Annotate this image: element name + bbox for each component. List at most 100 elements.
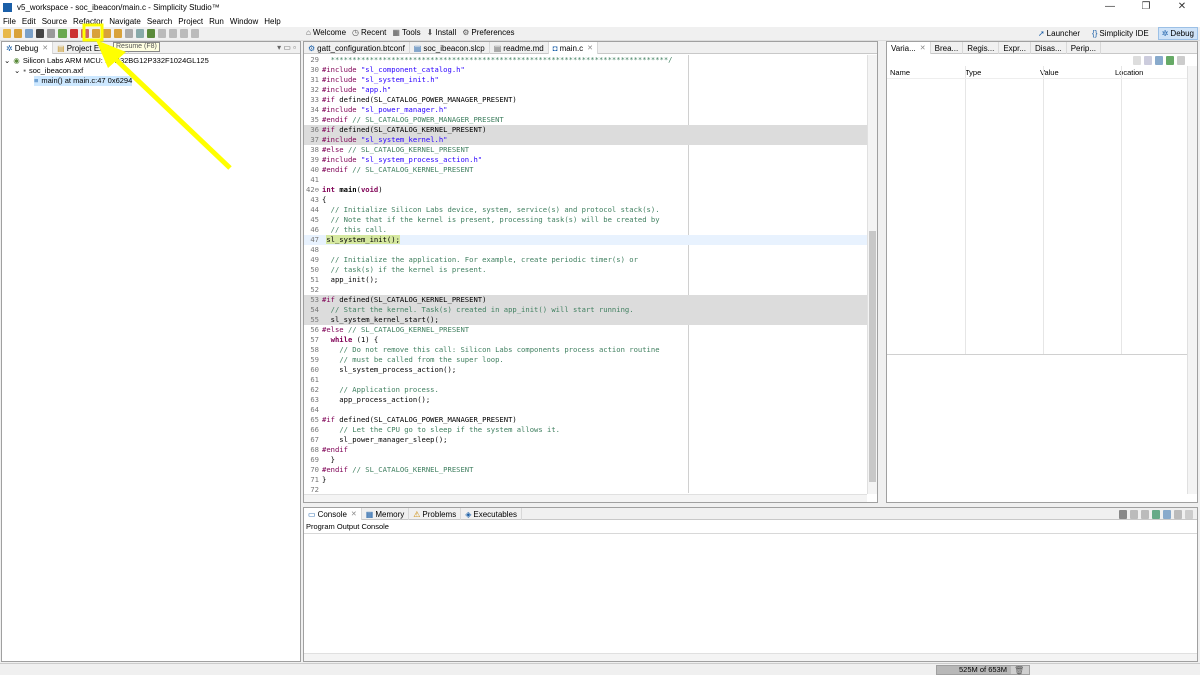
nav-back-icon[interactable] — [169, 29, 177, 38]
pin-console-icon[interactable] — [1152, 510, 1160, 519]
scroll-lock-icon[interactable] — [1130, 510, 1138, 519]
reset-icon[interactable] — [125, 29, 133, 38]
disconnect-icon[interactable] — [81, 29, 89, 38]
pin-icon[interactable] — [191, 29, 199, 38]
minimize-button[interactable]: — — [1092, 0, 1128, 15]
tab-executables[interactable]: ◈ Executables — [461, 508, 522, 520]
preferences-link[interactable]: ⚙ Preferences — [462, 28, 514, 37]
close-icon[interactable]: ✕ — [42, 43, 48, 54]
new-console-icon[interactable] — [1174, 510, 1182, 519]
menu-run[interactable]: Run — [209, 17, 224, 26]
code-line: 43{ — [310, 195, 327, 204]
open-icon[interactable] — [14, 29, 22, 38]
recent-link[interactable]: ◷ Recent — [352, 28, 386, 37]
step-into-icon[interactable] — [92, 29, 100, 38]
chevron-down-icon[interactable]: ⌄ — [14, 66, 20, 76]
view-menu-icon[interactable]: ▾ ▭ ▫ — [277, 43, 296, 52]
menu-refactor[interactable]: Refactor — [73, 17, 103, 26]
editor-horizontal-scrollbar[interactable] — [304, 494, 867, 502]
console-horizontal-scrollbar[interactable] — [304, 653, 1197, 661]
menu-project[interactable]: Project — [178, 17, 203, 26]
code-area[interactable]: 29 *************************************… — [304, 55, 867, 495]
scroll-thumb[interactable] — [869, 231, 876, 482]
word-wrap-icon[interactable] — [1141, 510, 1149, 519]
tab-readme[interactable]: ▤ readme.md — [490, 42, 549, 54]
tab-console[interactable]: ▭ Console ✕ — [304, 508, 362, 520]
tab-problems[interactable]: ⚠ Problems — [409, 508, 462, 520]
column-divider — [1121, 66, 1122, 354]
tab-registers[interactable]: Regis... — [963, 42, 1000, 54]
menu-window[interactable]: Window — [230, 17, 258, 26]
clear-console-icon[interactable] — [1119, 510, 1127, 519]
current-line: 47 sl_system_init(); — [304, 235, 867, 245]
column-type[interactable]: Type — [962, 68, 1037, 78]
step-over-icon[interactable] — [103, 29, 111, 38]
editor-vertical-scrollbar[interactable] — [867, 55, 877, 494]
tab-gatt-configuration[interactable]: ⚙ gatt_configuration.btconf — [304, 42, 410, 54]
debug-perspective[interactable]: ✲ Debug — [1157, 27, 1198, 40]
menu-file[interactable]: File — [3, 17, 16, 26]
install-link[interactable]: ⬇ Install — [427, 28, 457, 37]
select-columns-icon[interactable] — [1155, 56, 1163, 65]
tree-item-axf[interactable]: ⌄ ▪ soc_ibeacon.axf — [4, 66, 209, 76]
nav-forward-icon[interactable] — [180, 29, 188, 38]
menu-search[interactable]: Search — [147, 17, 172, 26]
close-icon[interactable]: ✕ — [351, 509, 357, 520]
tab-memory[interactable]: ▦ Memory — [362, 508, 410, 520]
column-name[interactable]: Name — [887, 68, 962, 78]
tab-variables-label: Varia... — [891, 43, 916, 53]
column-divider — [965, 66, 966, 354]
search-icon[interactable] — [158, 29, 166, 38]
column-location[interactable]: Location — [1112, 68, 1187, 78]
camera-icon[interactable] — [36, 29, 44, 38]
close-button[interactable]: ✕ — [1164, 0, 1200, 15]
column-value[interactable]: Value — [1037, 68, 1112, 78]
new-icon[interactable] — [3, 29, 11, 38]
tree-item-device[interactable]: ⌄ ◉ Silicon Labs ARM MCU: EFR32BG12P332F10… — [4, 56, 209, 66]
ide-perspective[interactable]: {} Simplicity IDE — [1089, 28, 1152, 39]
layout-icon[interactable] — [1144, 56, 1152, 65]
tab-debug[interactable]: ✲ Debug ✕ — [2, 42, 54, 54]
menu-edit[interactable]: Edit — [22, 17, 36, 26]
maximize-button[interactable]: ❐ — [1128, 0, 1164, 15]
terminate-icon[interactable] — [70, 29, 78, 38]
code-line: 59 // must be called from the super loop… — [310, 355, 504, 364]
run-icon[interactable] — [147, 29, 155, 38]
menu-bar: File Edit Source Refactor Navigate Searc… — [0, 15, 1200, 27]
heap-status-label: 525M of 653M — [959, 665, 1007, 674]
tab-peripherals[interactable]: Perip... — [1067, 42, 1102, 54]
show-types-icon[interactable] — [1166, 56, 1174, 65]
tab-soc-ibeacon-slcp[interactable]: ▤ soc_ibeacon.slcp — [410, 42, 490, 54]
build-icon[interactable] — [25, 29, 33, 38]
collapse-all-icon[interactable] — [1133, 56, 1141, 65]
chevron-down-icon[interactable]: ⌄ — [4, 56, 10, 66]
menu-help[interactable]: Help — [264, 17, 280, 26]
launcher-perspective[interactable]: ➚ Launcher — [1035, 28, 1083, 39]
resume-icon[interactable] — [58, 29, 67, 38]
variables-vertical-scrollbar[interactable] — [1187, 66, 1197, 494]
tree-item-frame[interactable]: ≡ main() at main.c:47 0x6294 — [4, 76, 209, 86]
view-menu-icon[interactable] — [1177, 56, 1185, 65]
minimize-view-icon[interactable] — [1185, 510, 1193, 519]
trash-icon[interactable]: 🗑 — [1014, 666, 1024, 675]
welcome-link[interactable]: ⌂ Welcome — [306, 28, 346, 37]
close-icon[interactable]: ✕ — [920, 43, 926, 54]
tools-link[interactable]: ▦ Tools — [392, 28, 420, 37]
step-return-icon[interactable] — [114, 29, 122, 38]
menu-source[interactable]: Source — [42, 17, 67, 26]
tab-main-c[interactable]: ◘ main.c ✕ — [548, 42, 599, 54]
menu-navigate[interactable]: Navigate — [109, 17, 141, 26]
close-icon[interactable]: ✕ — [587, 43, 593, 54]
code-line: 70 #endif // SL_CATALOG_KERNEL_PRESENT — [310, 465, 474, 474]
tab-breakpoints[interactable]: Brea... — [931, 42, 964, 54]
tab-disassembly[interactable]: Disas... — [1031, 42, 1067, 54]
code-line: 58 // Do not remove this call: Silicon L… — [310, 345, 660, 354]
tab-variables[interactable]: Varia... ✕ — [887, 42, 931, 54]
tab-expressions[interactable]: Expr... — [999, 42, 1032, 54]
debug-icon[interactable] — [136, 29, 144, 38]
chip-icon[interactable] — [47, 29, 55, 38]
file-icon: ▤ — [413, 43, 422, 53]
code-line: 33 #if defined(SL_CATALOG_POWER_MANAGER_P… — [310, 95, 517, 104]
display-console-icon[interactable] — [1163, 510, 1171, 519]
home-icon: ⌂ — [306, 28, 311, 37]
